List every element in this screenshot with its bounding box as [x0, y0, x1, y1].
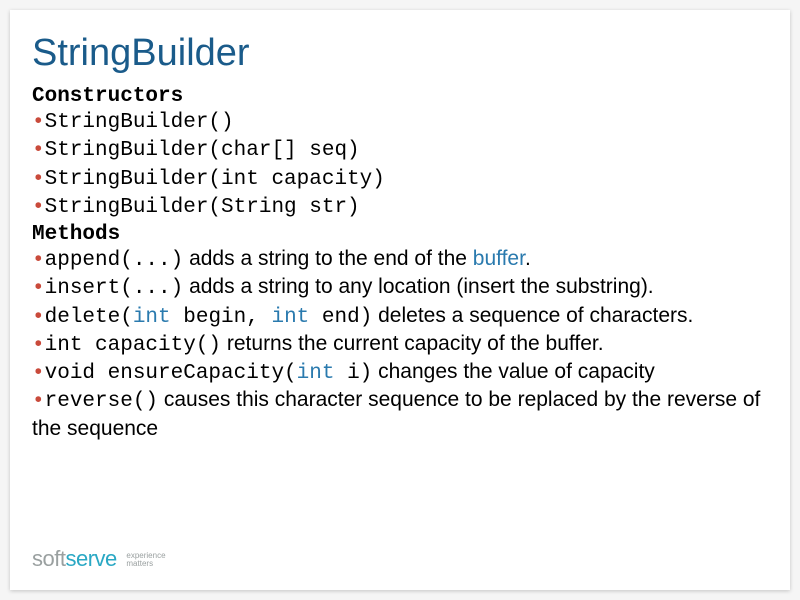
logo-soft: soft	[32, 546, 65, 571]
method-reverse: •reverse() causes this character sequenc…	[32, 387, 768, 442]
bullet-icon: •	[32, 249, 45, 272]
softserve-logo: softserve experiencematters	[32, 546, 166, 572]
bullet-icon: •	[32, 362, 45, 385]
method-code: i)	[334, 362, 372, 385]
method-code: begin,	[171, 306, 272, 329]
method-desc: deletes a sequence of characters.	[372, 304, 693, 327]
constructor-code: StringBuilder()	[45, 111, 234, 134]
method-code: int capacity()	[45, 334, 221, 357]
keyword-int: int	[271, 306, 309, 329]
constructor-item: •StringBuilder(char[] seq)	[32, 136, 768, 164]
method-capacity: •int capacity() returns the current capa…	[32, 331, 768, 359]
method-insert: •insert(...) adds a string to any locati…	[32, 274, 768, 302]
constructor-code: StringBuilder(String str)	[45, 196, 360, 219]
bullet-icon: •	[32, 334, 45, 357]
bullet-icon: •	[32, 277, 45, 300]
method-desc: adds a string to any location (insert th…	[183, 275, 653, 298]
slide-title: StringBuilder	[32, 32, 768, 75]
constructor-code: StringBuilder(char[] seq)	[45, 139, 360, 162]
method-delete: •delete(int begin, int end) deletes a se…	[32, 303, 768, 331]
method-desc: adds a string to the end of the	[183, 247, 473, 270]
logo-tagline: experiencematters	[126, 552, 165, 568]
slide: StringBuilder Constructors •StringBuilde…	[10, 10, 790, 590]
bullet-icon: •	[32, 168, 45, 191]
method-ensure: •void ensureCapacity(int i) changes the …	[32, 359, 768, 387]
logo-serve: serve	[65, 546, 116, 571]
buffer-link[interactable]: buffer	[473, 247, 525, 270]
method-desc: changes the value of capacity	[372, 360, 655, 383]
bullet-icon: •	[32, 390, 45, 413]
bullet-icon: •	[32, 306, 45, 329]
constructor-item: •StringBuilder(int capacity)	[32, 165, 768, 193]
bullet-icon: •	[32, 111, 45, 134]
method-code: delete(	[45, 306, 133, 329]
constructor-code: StringBuilder(int capacity)	[45, 168, 385, 191]
methods-heading: Methods	[32, 223, 768, 246]
constructor-item: •StringBuilder()	[32, 108, 768, 136]
method-code: end)	[309, 306, 372, 329]
method-append: •append(...) adds a string to the end of…	[32, 246, 768, 274]
method-code: append(...)	[45, 249, 184, 272]
method-code: reverse()	[45, 390, 158, 413]
bullet-icon: •	[32, 139, 45, 162]
keyword-int: int	[133, 306, 171, 329]
method-desc: .	[525, 247, 531, 270]
constructor-item: •StringBuilder(String str)	[32, 193, 768, 221]
constructors-heading: Constructors	[32, 85, 768, 108]
method-code: insert(...)	[45, 277, 184, 300]
method-code: void ensureCapacity(	[45, 362, 297, 385]
keyword-int: int	[297, 362, 335, 385]
method-desc: returns the current capacity of the buff…	[221, 332, 604, 355]
bullet-icon: •	[32, 196, 45, 219]
